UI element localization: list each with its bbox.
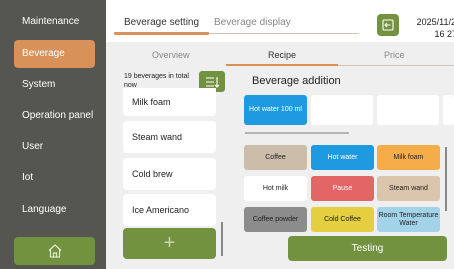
tab-beverage-setting[interactable]: Beverage setting — [124, 17, 199, 28]
sidebar-item-maintenance[interactable]: Maintenance — [0, 8, 106, 36]
datetime: 2025/11/28 16 27 — [411, 16, 454, 40]
recipe-slot-3[interactable] — [377, 95, 439, 125]
active-tab-indicator — [114, 32, 209, 35]
ingredient-pause[interactable]: Pause — [311, 176, 374, 201]
ingredient-hot-water[interactable]: Hot water — [311, 145, 374, 170]
plus-icon: + — [163, 232, 176, 254]
recipe-slot-1[interactable]: Hot water 100 ml — [244, 95, 307, 125]
subtab-divider — [338, 65, 454, 66]
recipe-slot-2[interactable] — [311, 95, 373, 125]
sidebar-item-language[interactable]: Language — [0, 196, 106, 224]
active-subtab-indicator — [226, 64, 338, 66]
back-button[interactable] — [377, 14, 399, 36]
sidebar: Maintenance Beverage System Operation pa… — [0, 0, 106, 269]
ingredient-scrollbar[interactable] — [445, 147, 447, 211]
top-bar: Beverage setting Beverage display 2025/1… — [106, 0, 454, 42]
sort-icon — [206, 76, 220, 88]
date-text: 2025/11/28 — [416, 17, 454, 27]
tab-price[interactable]: Price — [384, 50, 405, 60]
add-beverage-button[interactable]: + — [123, 228, 216, 259]
list-scrollbar[interactable] — [221, 222, 223, 256]
list-item-steam-wand[interactable]: Steam wand — [123, 121, 216, 153]
sidebar-item-operation-panel[interactable]: Operation panel — [0, 102, 106, 130]
sidebar-item-iot[interactable]: Iot — [0, 164, 106, 192]
sidebar-item-user[interactable]: User — [0, 133, 106, 161]
ingredient-coffee-powder[interactable]: Coffee powder — [244, 207, 307, 232]
tab-beverage-display[interactable]: Beverage display — [214, 17, 291, 28]
list-item-ice-americano[interactable]: Ice Americano — [123, 194, 216, 226]
ingredient-steam-wand[interactable]: Steam wand — [377, 176, 440, 201]
tab-recipe[interactable]: Recipe — [268, 50, 296, 60]
testing-button[interactable]: Testing — [288, 236, 447, 261]
time-text: 16 27 — [434, 29, 454, 39]
list-item-milk-foam[interactable]: Milk foam — [123, 88, 216, 116]
ingredient-cold-coffee[interactable]: Cold Coffee — [311, 207, 374, 232]
ingredient-room-temperature-water[interactable]: Room Temperature Water — [377, 207, 440, 232]
ingredient-hot-milk[interactable]: Hot milk — [244, 176, 307, 201]
sidebar-item-system[interactable]: System — [0, 71, 106, 99]
sub-tabs: Overview Recipe Price — [106, 42, 454, 68]
slot-scrollbar[interactable] — [245, 132, 349, 134]
sidebar-item-beverage[interactable]: Beverage — [14, 40, 95, 68]
ingredient-milk-foam[interactable]: Milk foam — [377, 145, 440, 170]
home-button[interactable] — [14, 237, 95, 265]
recipe-slot-4[interactable] — [443, 95, 454, 125]
home-icon — [48, 244, 61, 258]
ingredient-coffee[interactable]: Coffee — [244, 145, 307, 170]
list-item-cold-brew[interactable]: Cold brew — [123, 158, 216, 190]
tab-divider — [209, 33, 359, 34]
exit-icon — [382, 19, 394, 31]
tab-overview[interactable]: Overview — [152, 50, 190, 60]
section-title: Beverage addition — [252, 75, 341, 87]
